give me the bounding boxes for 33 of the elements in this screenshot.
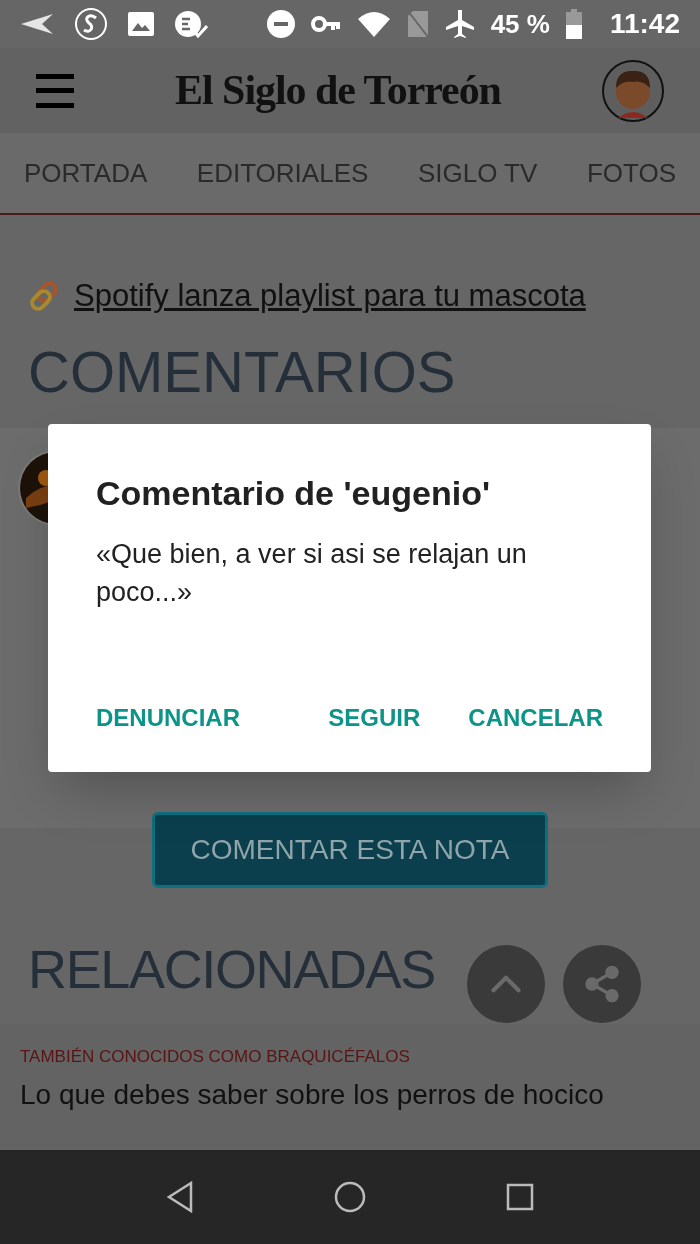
- clock-time: 11:42: [609, 7, 680, 41]
- do-not-disturb-icon: [266, 10, 295, 38]
- nav-tab[interactable]: PORTADA: [24, 153, 148, 193]
- comments-heading: COMENTARIOS: [28, 337, 457, 406]
- dialog-action-button[interactable]: DENUNCIAR: [96, 700, 240, 736]
- nav-tab[interactable]: EDITORIALES: [196, 153, 369, 193]
- nav-tab[interactable]: SIGLO TV: [417, 153, 538, 193]
- dialog-title: Comentario de 'eugenio': [96, 473, 491, 514]
- dialog-action-button[interactable]: SEGUIR: [328, 700, 421, 736]
- related-heading: RELACIONADAS: [28, 937, 435, 1001]
- battery-icon: [565, 9, 582, 39]
- paper-plane-icon: [20, 13, 54, 35]
- home-icon[interactable]: [334, 1181, 366, 1213]
- nav-tab[interactable]: FOTOS: [586, 153, 676, 193]
- article-link[interactable]: Spotify lanza playlist para tu mascota: [74, 273, 586, 320]
- article-title[interactable]: Lo que debes saber sobre los perros de hocico: [20, 1073, 680, 1116]
- recents-icon[interactable]: [506, 1183, 534, 1211]
- dialog-message: «Que bien, a ver si asi se relajan un poco...»: [96, 538, 528, 609]
- share-icon: [582, 964, 622, 1004]
- no-sim-icon: [406, 10, 429, 38]
- app-logo-icon: [74, 7, 108, 41]
- key-icon: [310, 15, 341, 33]
- image-icon: [128, 12, 154, 36]
- wifi-icon: [356, 11, 391, 37]
- menu-icon[interactable]: [36, 73, 74, 108]
- comment-button[interactable]: COMENTAR ESTA NOTA: [152, 812, 548, 888]
- article-kicker: TAMBIÉN CONOCIDOS COMO BRAQUICÉFALOS: [20, 1046, 411, 1068]
- app-badge-icon: [174, 9, 208, 39]
- battery-percentage: 45 %: [490, 7, 550, 41]
- airplane-icon: [444, 9, 475, 39]
- back-icon[interactable]: [166, 1181, 194, 1213]
- avatar-icon[interactable]: [602, 59, 664, 122]
- dialog-action-button[interactable]: CANCELAR: [468, 700, 603, 736]
